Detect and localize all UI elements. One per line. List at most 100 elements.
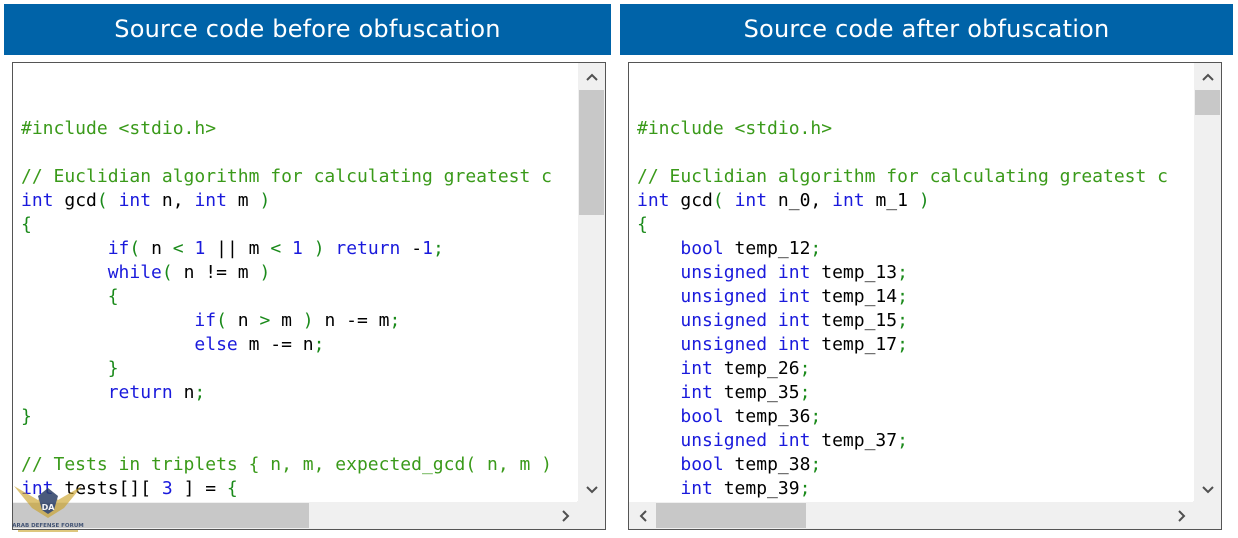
horizontal-scrollbar[interactable] (13, 502, 579, 529)
code-line: int tests[][ 3 ] = { (21, 477, 579, 501)
code-line: bool temp_38; (637, 453, 1195, 477)
code-token: ; (897, 310, 908, 331)
code-line: return n; (21, 381, 579, 405)
code-line: { (21, 285, 579, 309)
code-token: ; (799, 358, 811, 379)
code-token: ; (810, 454, 822, 475)
code-token: int (21, 190, 54, 211)
code-token: int (637, 190, 670, 211)
code-line: #include <stdio.h> (637, 117, 1195, 141)
code-token: m -= n (237, 334, 314, 355)
code-line: // Euclidian algorithm for calculating g… (637, 165, 1195, 189)
code-token: ; (810, 238, 822, 259)
scroll-thumb[interactable] (656, 503, 806, 528)
vertical-scrollbar[interactable] (578, 63, 605, 503)
code-token: n != m (172, 262, 260, 283)
scroll-thumb[interactable] (579, 90, 604, 215)
chevron-right-icon[interactable] (1168, 502, 1195, 529)
panel-before: Source code before obfuscation #include … (4, 4, 611, 535)
code-token: || m (205, 238, 271, 259)
vertical-scrollbar[interactable] (1194, 63, 1221, 503)
chevron-up-icon[interactable] (1194, 63, 1221, 90)
chevron-right-icon[interactable] (552, 502, 579, 529)
code-token: temp_13 (810, 262, 898, 283)
code-token: ( (129, 238, 141, 259)
chevron-up-icon[interactable] (578, 63, 605, 90)
code-line: // Euclidian algorithm for calculating g… (21, 165, 579, 189)
code-token: m (270, 310, 303, 331)
code-token: ) (259, 190, 271, 211)
code-token: ; (799, 478, 811, 499)
code-token: m_1 (864, 190, 919, 211)
code-token: temp_35 (712, 382, 800, 403)
code-line: unsigned int temp_15; (637, 309, 1195, 333)
code-line: unsigned int temp_37; (637, 429, 1195, 453)
code-token: unsigned int (680, 430, 811, 451)
code-token: int (118, 190, 152, 211)
chevron-down-icon[interactable] (578, 476, 605, 503)
code-token: 1 (292, 238, 303, 259)
code-token: bool (680, 406, 724, 427)
code-token: ; (810, 406, 822, 427)
code-line: else m -= n; (21, 333, 579, 357)
code-token: bool (680, 454, 724, 475)
code-area[interactable]: #include <stdio.h> // Euclidian algorith… (13, 63, 579, 503)
code-token: ( (216, 310, 227, 331)
code-token: bool (680, 238, 724, 259)
code-token: int (680, 382, 713, 403)
code-token: unsigned int (680, 286, 811, 307)
code-line: { (637, 213, 1195, 237)
code-line: } (21, 357, 579, 381)
code-token: 1 (194, 238, 206, 259)
code-token: int (832, 190, 865, 211)
code-token: m (226, 190, 260, 211)
code-line: } (21, 405, 579, 429)
scroll-thumb[interactable] (1195, 90, 1220, 115)
code-viewer[interactable]: #include <stdio.h> // Euclidian algorith… (12, 62, 606, 530)
code-token: unsigned int (680, 262, 811, 283)
code-token: ) (918, 190, 930, 211)
chevron-down-icon[interactable] (1194, 476, 1221, 503)
chevron-left-icon[interactable] (629, 502, 656, 529)
code-token: while (107, 262, 162, 283)
code-token: #include <stdio.h> (21, 118, 217, 139)
code-viewer[interactable]: #include <stdio.h> // Euclidian algorith… (628, 62, 1222, 530)
code-token: ; (897, 334, 908, 355)
code-token: else (194, 334, 238, 355)
code-token: ; (194, 382, 206, 403)
scroll-corner (577, 501, 605, 529)
code-token: { (107, 286, 119, 307)
code-line: bool temp_36; (637, 405, 1195, 429)
code-line: bool temp_12; (637, 237, 1195, 261)
horizontal-scrollbar[interactable] (629, 502, 1195, 529)
code-token: gcd (53, 190, 97, 211)
panel-after: Source code after obfuscation #include <… (620, 4, 1233, 535)
code-token: } (107, 358, 119, 379)
code-line: int temp_39; (637, 477, 1195, 501)
code-line: #include <stdio.h> (21, 117, 579, 141)
code-area[interactable]: #include <stdio.h> // Euclidian algorith… (629, 63, 1195, 503)
code-line: int temp_35; (637, 381, 1195, 405)
panel-title: Source code after obfuscation (620, 4, 1233, 55)
code-token: // Euclidian algorithm for calculating g… (637, 166, 1169, 187)
code-token: ; (897, 286, 908, 307)
code-token: ; (897, 430, 908, 451)
code-token: ) (313, 238, 325, 259)
code-line: int gcd( int n, int m ) (21, 189, 579, 213)
code-token: n, (151, 190, 195, 211)
